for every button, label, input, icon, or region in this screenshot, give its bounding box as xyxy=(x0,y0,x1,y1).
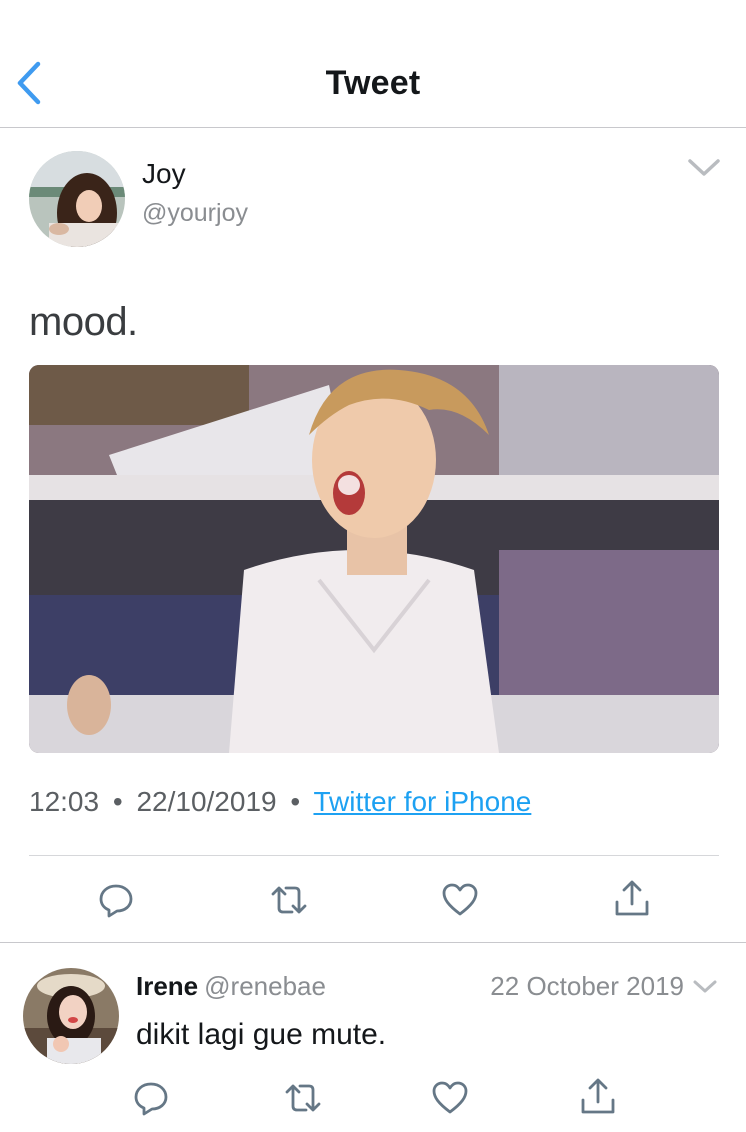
like-icon xyxy=(432,1081,468,1114)
photo xyxy=(29,365,719,753)
reply-author-name[interactable]: Irene xyxy=(136,971,198,1001)
share-icon xyxy=(615,880,649,916)
chevron-down-icon xyxy=(688,159,720,176)
share-button[interactable] xyxy=(612,878,652,918)
reply-text: dikit lagi gue mute. xyxy=(136,1018,387,1051)
retweet-icon xyxy=(285,1084,321,1112)
reply-share-button[interactable] xyxy=(578,1076,618,1116)
chevron-down-icon xyxy=(693,980,717,993)
tweet-text: mood. xyxy=(29,300,138,344)
reply-options-button[interactable] xyxy=(692,978,718,996)
navigation-bar: Tweet xyxy=(0,0,746,128)
like-button[interactable] xyxy=(440,880,480,920)
reply-date: 22 October 2019 xyxy=(490,971,684,1001)
like-icon xyxy=(442,883,478,916)
author-name[interactable]: Joy xyxy=(142,158,186,190)
retweet-icon xyxy=(271,886,307,914)
tweet-source-link[interactable]: Twitter for iPhone xyxy=(313,786,531,817)
reply-icon xyxy=(134,1082,168,1116)
reply-like-button[interactable] xyxy=(430,1078,470,1118)
reply-author-handle[interactable]: @renebae xyxy=(204,971,326,1001)
retweet-button[interactable] xyxy=(269,880,309,920)
share-icon xyxy=(581,1078,615,1114)
author-avatar[interactable] xyxy=(29,151,125,247)
reply-header: Irene @renebae xyxy=(136,971,326,1002)
tweet-media[interactable] xyxy=(29,365,719,753)
separator-dot: • xyxy=(112,786,123,817)
tweet-meta: 12:03 • 22/10/2019 • Twitter for iPhone xyxy=(29,786,531,818)
tweet-date: 22/10/2019 xyxy=(136,786,277,817)
reply-button[interactable] xyxy=(96,880,136,920)
tweet-options-button[interactable] xyxy=(686,156,722,180)
reply-icon xyxy=(99,884,133,918)
separator-dot: • xyxy=(290,786,301,817)
reply-retweet-button[interactable] xyxy=(283,1078,323,1118)
tweet-time: 12:03 xyxy=(29,786,100,817)
reply-reply-button[interactable] xyxy=(131,1078,171,1118)
divider xyxy=(29,855,719,856)
divider xyxy=(0,942,746,943)
reply-author-avatar[interactable] xyxy=(23,968,119,1064)
author-handle[interactable]: @yourjoy xyxy=(142,199,248,228)
page-title: Tweet xyxy=(325,64,421,102)
